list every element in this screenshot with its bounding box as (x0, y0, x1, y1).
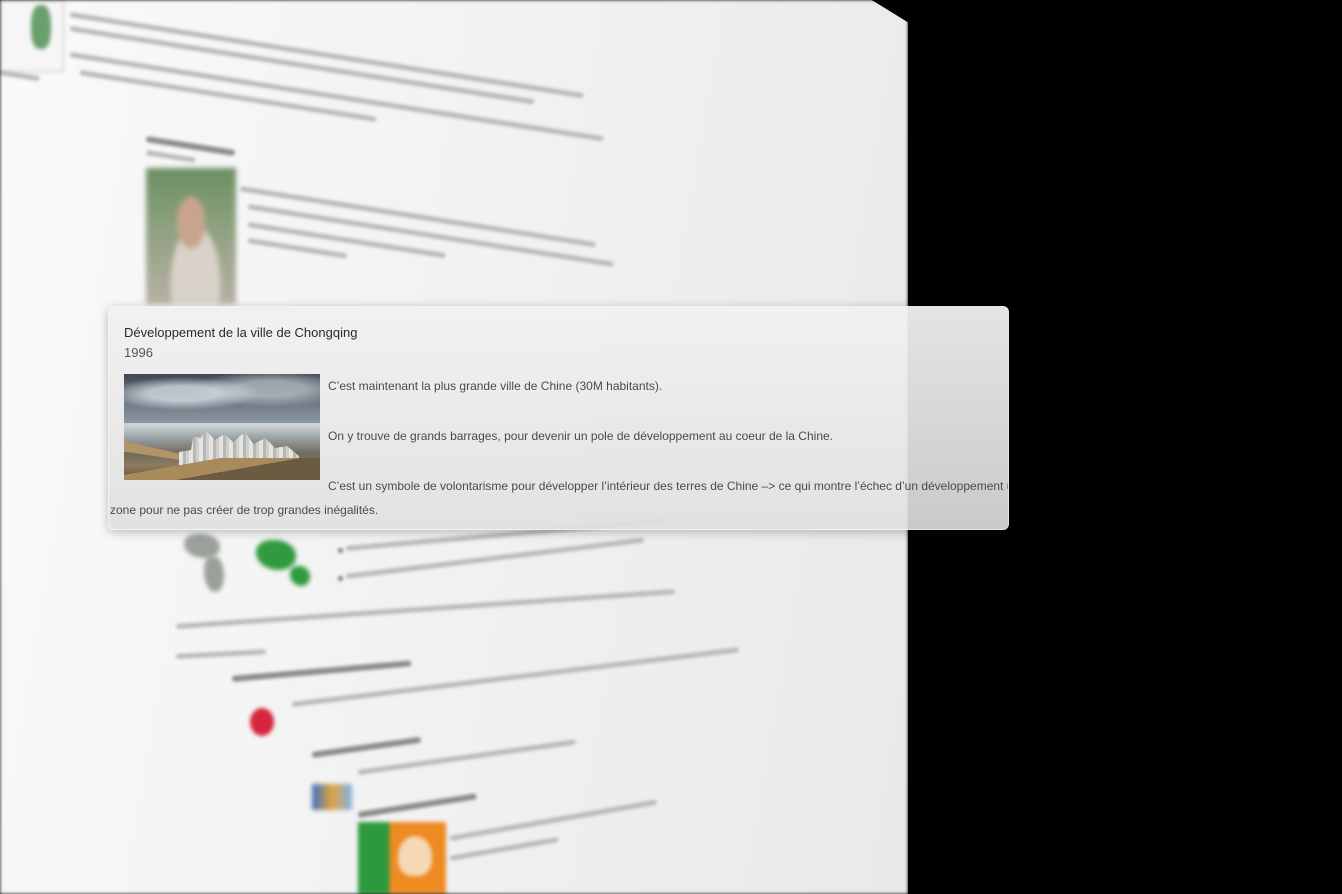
tooltip-paragraph: On y trouve de grands barrages, pour dev… (328, 429, 833, 443)
map-fragment (256, 540, 296, 570)
background-text-line (145, 150, 196, 163)
background-text-line (239, 186, 596, 248)
background-heading (311, 736, 422, 758)
tooltip-paragraph: C’est un symbole de volontarisme pour dé… (328, 479, 1008, 493)
tooltip-paragraph: zone pour ne pas créer de trop grandes i… (110, 503, 379, 517)
background-text-line (449, 836, 559, 861)
tooltip-paragraph: C’est maintenant la plus grande ville de… (328, 379, 663, 393)
tooltip-year: 1996 (124, 345, 153, 360)
background-text-line (247, 238, 348, 259)
background-text-line (449, 799, 658, 841)
party-flag-image (358, 822, 446, 894)
tooltip-title: Développement de la ville de Chongqing (124, 325, 358, 340)
world-map-thumbnail (0, 0, 64, 72)
map-fragment (184, 534, 220, 558)
organization-logo (312, 784, 352, 810)
photo-sky (124, 374, 320, 423)
photo-riverbank (124, 458, 320, 480)
map-fragment (204, 556, 224, 592)
background-text-line (175, 589, 675, 629)
event-tooltip: Développement de la ville de Chongqing 1… (108, 306, 1009, 530)
background-text-line (69, 52, 604, 142)
background-text-line (175, 649, 267, 659)
background-heading (357, 793, 477, 818)
red-dot-icon (250, 708, 274, 736)
background-text-line (247, 222, 446, 259)
chongqing-photo (124, 374, 320, 480)
bullet (338, 576, 343, 581)
background-text-line (291, 647, 739, 707)
background-heading (231, 660, 412, 682)
bullet (338, 548, 343, 553)
portrait-photo (146, 168, 236, 304)
map-fragment (290, 566, 310, 586)
